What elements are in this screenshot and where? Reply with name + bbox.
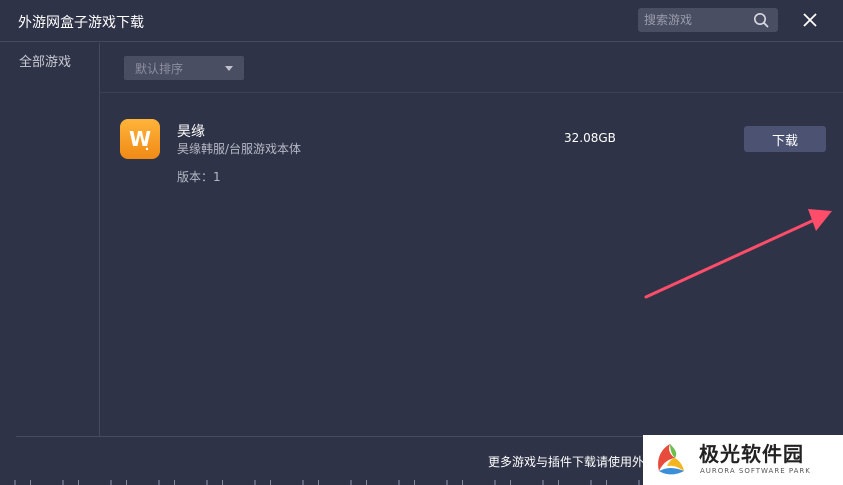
- arrow-annotation-icon: [644, 209, 832, 299]
- title-bar: 外游网盒子游戏下载: [0, 0, 843, 42]
- search-input[interactable]: [638, 8, 750, 32]
- search-box[interactable]: [638, 8, 778, 32]
- footer-hint-text: 更多游戏与插件下载请使用外: [488, 455, 645, 469]
- close-icon[interactable]: [798, 8, 822, 32]
- download-button[interactable]: 下载: [744, 126, 826, 152]
- sidebar: 全部游戏: [0, 43, 100, 436]
- game-list-panel: 默认排序 W 昊缘 昊缘韩服/台服游戏本体 版本：1 32.08GB 下载: [100, 43, 843, 436]
- list-divider: [100, 92, 843, 93]
- game-version: 版本：1: [177, 170, 221, 184]
- w-logo-letter: W: [129, 127, 151, 151]
- window-title: 外游网盒子游戏下载: [18, 15, 144, 31]
- caret-down-icon: [225, 66, 233, 71]
- w-logo-icon: W: [129, 127, 151, 151]
- download-window: 外游网盒子游戏下载 全部游戏 默认排序 W: [0, 0, 843, 485]
- game-list-item: W 昊缘 昊缘韩服/台服游戏本体 版本：1 32.08GB 下载: [100, 103, 843, 193]
- watermark: 极光软件园 AURORA SOFTWARE PARK: [643, 435, 843, 485]
- bottom-strip: [0, 480, 643, 485]
- sidebar-item-all-games[interactable]: 全部游戏: [19, 51, 71, 70]
- game-description: 昊缘韩服/台服游戏本体: [177, 142, 302, 156]
- search-icon[interactable]: [752, 11, 770, 29]
- sort-dropdown[interactable]: 默认排序: [124, 56, 244, 80]
- game-app-icon: W: [120, 119, 160, 159]
- watermark-subtitle: AURORA SOFTWARE PARK: [700, 467, 811, 475]
- game-name: 昊缘: [177, 124, 205, 140]
- watermark-title: 极光软件园: [699, 442, 804, 466]
- aurora-logo-icon: [658, 444, 684, 475]
- sort-dropdown-label: 默认排序: [135, 62, 184, 76]
- game-size: 32.08GB: [564, 131, 616, 145]
